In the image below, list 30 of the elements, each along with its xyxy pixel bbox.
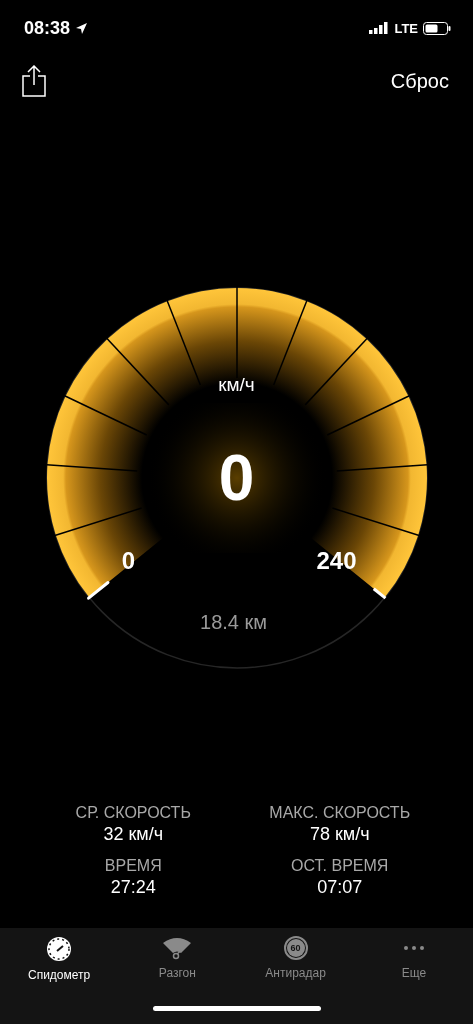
stat-value: 27:24	[110, 877, 156, 898]
share-icon[interactable]	[22, 65, 46, 97]
speed-limit-icon: 60	[283, 936, 308, 960]
tab[interactable]: 60 Антирадар	[245, 936, 346, 982]
location-arrow-icon	[75, 21, 89, 35]
end-marker	[372, 587, 386, 600]
speed-unit: км/ч	[218, 374, 255, 396]
battery-icon	[423, 21, 451, 35]
stat-label: МАКС. СКОРОСТЬ	[269, 804, 411, 822]
clock-time: 08:38	[24, 17, 71, 39]
more-icon	[403, 946, 424, 950]
needle	[86, 580, 109, 600]
speedometer-icon	[46, 936, 73, 962]
wedge-gauge-icon	[161, 936, 194, 960]
stat-label: СР. СКОРОСТЬ	[75, 804, 191, 822]
distance: 18.4 км	[200, 610, 267, 634]
scale-max: 240	[316, 547, 357, 575]
tab[interactable]: Спидометр	[9, 936, 110, 982]
network-type: LTE	[394, 20, 418, 36]
tab[interactable]: Еще	[363, 936, 464, 982]
stat-label: ВРЕМЯ	[104, 857, 162, 875]
stat-value: 07:07	[317, 877, 363, 898]
stat-label: ОСТ. ВРЕМЯ	[291, 857, 389, 875]
stat-value: 78 км/ч	[309, 824, 370, 845]
current-speed: 0	[218, 441, 255, 515]
scale-min: 0	[121, 547, 136, 575]
signal-icon	[369, 22, 390, 34]
reset-button[interactable]: Сброс	[390, 69, 449, 93]
tab[interactable]: Разгон	[127, 936, 228, 982]
stat-value: 32 км/ч	[103, 824, 164, 845]
